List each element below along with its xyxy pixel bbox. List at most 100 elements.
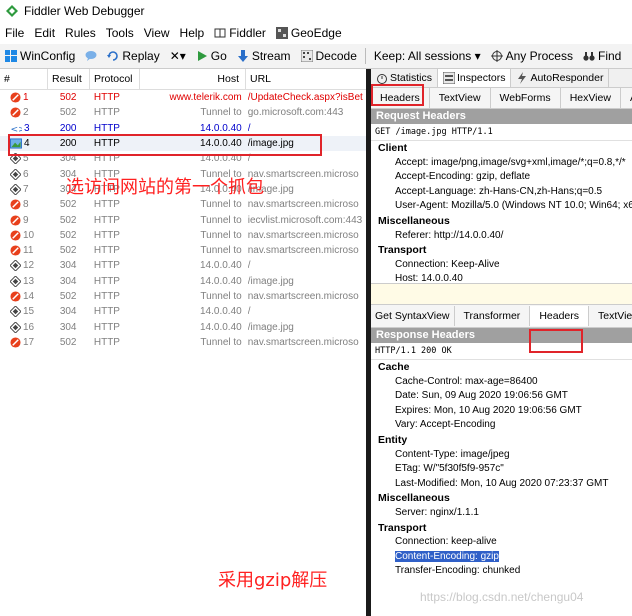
row-result-text: 502 <box>59 92 77 104</box>
table-row[interactable]: 16 304 HTTP 14.0.0.40/image.jpg <box>0 319 366 334</box>
row-number: 7 <box>0 183 47 195</box>
header-entry[interactable]: Connection: keep-alive <box>371 535 632 550</box>
row-protocol: HTTP <box>89 107 143 118</box>
row-host: Tunnel to <box>143 107 248 118</box>
request-tab-auth[interactable]: Auth <box>621 88 632 108</box>
request-tab-webforms[interactable]: WebForms <box>491 88 561 108</box>
header-entry[interactable]: Accept-Language: zh-Hans-CN,zh-Hans;q=0.… <box>371 185 632 200</box>
menu-help[interactable]: Help <box>175 26 210 40</box>
row-url-text: / <box>247 122 251 134</box>
go-button[interactable]: Go <box>191 49 232 63</box>
table-row[interactable]: 11 502 HTTP Tunnel to nav.smartscreen.micros… <box>0 243 366 258</box>
table-row[interactable]: 12 304 HTTP 14.0.0.40 / <box>0 258 366 273</box>
remove-button[interactable]: ✕▾ <box>165 49 191 63</box>
table-row[interactable]: 15 304 HTTP 14.0.0.40 / <box>0 304 366 319</box>
row-number-text: 9 <box>23 214 29 226</box>
header-entry[interactable]: Accept: image/png,image/svg+xml,image/*;… <box>371 156 632 171</box>
table-row[interactable]: 1 502 HTTP www.telerik.com/UpdateCheck.aspx… <box>0 90 366 105</box>
header-group-title[interactable]: Client <box>371 141 632 156</box>
header-entry[interactable]: ETag: W/"5f30f5f9-957c" <box>371 462 632 477</box>
response-tab-textview[interactable]: TextView <box>589 306 632 326</box>
header-entry[interactable]: User-Agent: Mozilla/5.0 (Windows NT 10.0… <box>371 199 632 214</box>
table-row[interactable]: 8 502 HTTP Tunnel to nav.smartscreen.microso <box>0 197 366 212</box>
row-protocol: HTTP <box>89 123 143 134</box>
header-entry[interactable]: Date: Sun, 09 Aug 2020 19:06:56 GMT <box>371 389 632 404</box>
table-row[interactable]: 14 502 HTTP Tunnel to nav.smartscreen.micros… <box>0 289 366 304</box>
any-process-button[interactable]: Any Process <box>486 49 578 63</box>
request-tab-hexview[interactable]: HexView <box>561 88 621 108</box>
tab-inspectors[interactable]: Inspectors <box>438 69 512 87</box>
menu-rules[interactable]: Rules <box>60 26 101 40</box>
header-entry[interactable]: Content-Type: image/jpeg <box>371 448 632 463</box>
column-header-protocol[interactable]: Protocol <box>90 69 140 89</box>
menu-fiddler[interactable]: Fiddler <box>209 26 271 40</box>
request-tab-textview[interactable]: TextView <box>430 88 491 108</box>
row-result: 502 <box>47 215 88 226</box>
error-icon <box>10 337 21 348</box>
row-result-text: 502 <box>59 336 77 348</box>
comment-button[interactable] <box>80 50 102 62</box>
header-entry[interactable]: Accept-Encoding: gzip, deflate <box>371 170 632 185</box>
play-icon <box>197 51 207 61</box>
header-group-title[interactable]: Transport <box>371 521 632 536</box>
row-result-text: 502 <box>59 229 77 241</box>
table-row[interactable]: 2 502 HTTP Tunnel to go.microsoft.com:443 <box>0 105 366 120</box>
header-entry-text: Content-Type: image/jpeg <box>395 448 510 460</box>
row-url: nav.smartscreen.microso <box>248 199 366 210</box>
table-row[interactable]: 17 502 HTTP Tunnel to nav.smartscreen.micros… <box>0 335 366 350</box>
table-row[interactable]: 9 502 HTTP Tunnel to iecvlist.microsoft.com:… <box>0 212 366 227</box>
row-host: 14.0.0.40 <box>143 322 248 333</box>
window-title: Fiddler Web Debugger <box>24 4 145 18</box>
header-entry[interactable]: Server: nginx/1.1.1 <box>371 506 632 521</box>
column-header-result[interactable]: Result <box>48 69 90 89</box>
menu-edit[interactable]: Edit <box>29 26 60 40</box>
winconfig-button[interactable]: WinConfig <box>0 49 80 63</box>
table-row[interactable]: 13 304 HTTP 14.0.0.40/image.jpg <box>0 274 366 289</box>
row-number-text: 6 <box>23 168 29 180</box>
inspector-pane: Statistics Inspectors AutoResponder Head… <box>371 69 632 616</box>
row-host-text: 14.0.0.40 <box>200 306 242 318</box>
header-entry[interactable]: Last-Modified: Mon, 10 Aug 2020 07:23:37… <box>371 477 632 492</box>
header-group-title[interactable]: Transport <box>371 243 632 258</box>
response-tab-syntaxview[interactable]: Get SyntaxView <box>371 306 455 326</box>
tab-autoresponder[interactable]: AutoResponder <box>511 69 610 87</box>
annotation-select-first: 选访问网站的第一个抓包 <box>66 177 264 198</box>
row-host-text: Tunnel to <box>200 199 242 211</box>
column-header-host[interactable]: Host <box>140 69 246 89</box>
header-entry[interactable]: Referer: http://14.0.0.40/ <box>371 229 632 244</box>
title-bar: Fiddler Web Debugger <box>0 0 632 22</box>
column-header-num[interactable]: # <box>0 69 48 89</box>
diamond-icon <box>10 260 21 272</box>
replay-button[interactable]: Replay <box>102 49 164 63</box>
error-icon <box>10 291 21 302</box>
header-entry[interactable]: Expires: Mon, 10 Aug 2020 19:06:56 GMT <box>371 404 632 419</box>
header-entry[interactable]: Content-Encoding: gzip <box>371 550 632 565</box>
table-row[interactable]: 10 502 HTTP Tunnel to nav.smartscreen.micros… <box>0 228 366 243</box>
header-entry[interactable]: Connection: Keep-Alive <box>371 258 632 273</box>
decode-button[interactable]: Decode <box>296 49 362 63</box>
tab-inspectors-label: Inspectors <box>457 72 506 84</box>
menu-view[interactable]: View <box>139 26 175 40</box>
stream-button[interactable]: Stream <box>232 49 296 63</box>
response-tab-transformer[interactable]: Transformer <box>455 306 531 326</box>
row-host: Tunnel to <box>143 291 248 302</box>
header-group-title[interactable]: Cache <box>371 360 632 375</box>
row-host-text: Tunnel to <box>200 336 242 348</box>
toolbar-divider <box>364 48 366 64</box>
header-group-title[interactable]: Miscellaneous <box>371 214 632 229</box>
header-entry[interactable]: Cache-Control: max-age=86400 <box>371 375 632 390</box>
menu-file[interactable]: File <box>0 26 29 40</box>
keep-sessions-dropdown[interactable]: Keep: All sessions ▾ <box>369 49 486 63</box>
header-entry-text: Referer: http://14.0.0.40/ <box>395 229 504 241</box>
row-number-text: 1 <box>23 92 29 104</box>
header-group-title[interactable]: Miscellaneous <box>371 491 632 506</box>
header-entry[interactable]: Vary: Accept-Encoding <box>371 418 632 433</box>
response-headers-title: Response Headers <box>371 328 632 343</box>
menu-tools[interactable]: Tools <box>101 26 139 40</box>
find-button[interactable]: Find <box>578 49 626 63</box>
header-group-title[interactable]: Entity <box>371 433 632 448</box>
column-header-url[interactable]: URL <box>246 69 366 89</box>
header-entry[interactable]: Transfer-Encoding: chunked <box>371 564 632 579</box>
response-tab-headers[interactable]: Headers <box>530 306 590 326</box>
menu-geoedge[interactable]: GeoEdge <box>271 26 347 40</box>
